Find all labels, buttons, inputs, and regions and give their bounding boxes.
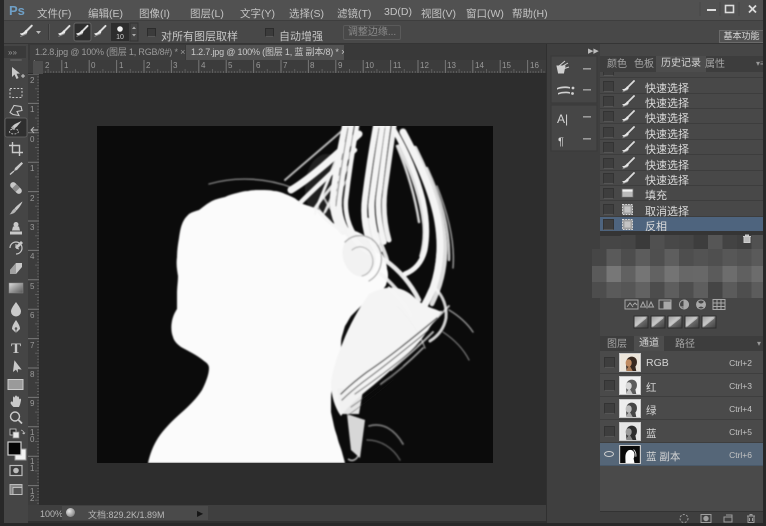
svg-text:9: 9 [30, 399, 35, 408]
svg-text:2: 2 [146, 61, 151, 70]
svg-text:A|: A| [557, 112, 568, 126]
svg-text:2: 2 [30, 76, 35, 85]
svg-text:¶: ¶ [558, 136, 564, 148]
svg-text:10: 10 [116, 34, 124, 41]
svg-text:12: 12 [420, 61, 429, 70]
svg-text:▶▶: ▶▶ [588, 48, 599, 55]
svg-text:1: 1 [119, 61, 124, 70]
svg-text:14: 14 [475, 61, 484, 70]
svg-text:5: 5 [228, 61, 233, 70]
svg-text:4: 4 [30, 252, 35, 261]
svg-text:6: 6 [30, 311, 35, 320]
svg-text:1: 1 [64, 61, 69, 70]
svg-text:2: 2 [30, 494, 35, 503]
svg-text:7: 7 [283, 61, 288, 70]
svg-text:3: 3 [173, 61, 178, 70]
svg-text:0: 0 [30, 135, 35, 144]
svg-text:4: 4 [201, 61, 206, 70]
svg-text:1: 1 [30, 164, 35, 173]
svg-text:1: 1 [30, 105, 35, 114]
svg-text:0: 0 [30, 435, 35, 444]
svg-text:1: 1 [30, 464, 35, 473]
svg-text:11: 11 [393, 61, 402, 70]
svg-text:5: 5 [30, 282, 35, 291]
svg-text:8: 8 [30, 370, 35, 379]
svg-text:2: 2 [45, 61, 50, 70]
svg-text:8: 8 [310, 61, 315, 70]
svg-text:9: 9 [338, 61, 343, 70]
svg-text:3: 3 [30, 223, 35, 232]
svg-text:»»: »» [8, 48, 17, 57]
svg-text:15: 15 [502, 61, 511, 70]
svg-text:6: 6 [256, 61, 261, 70]
svg-text:2: 2 [30, 194, 35, 203]
svg-text:7: 7 [30, 341, 35, 350]
svg-text:0: 0 [91, 61, 96, 70]
svg-text:10: 10 [365, 61, 374, 70]
svg-text:16: 16 [530, 61, 539, 70]
svg-text:T: T [11, 341, 21, 357]
svg-text:13: 13 [447, 61, 456, 70]
